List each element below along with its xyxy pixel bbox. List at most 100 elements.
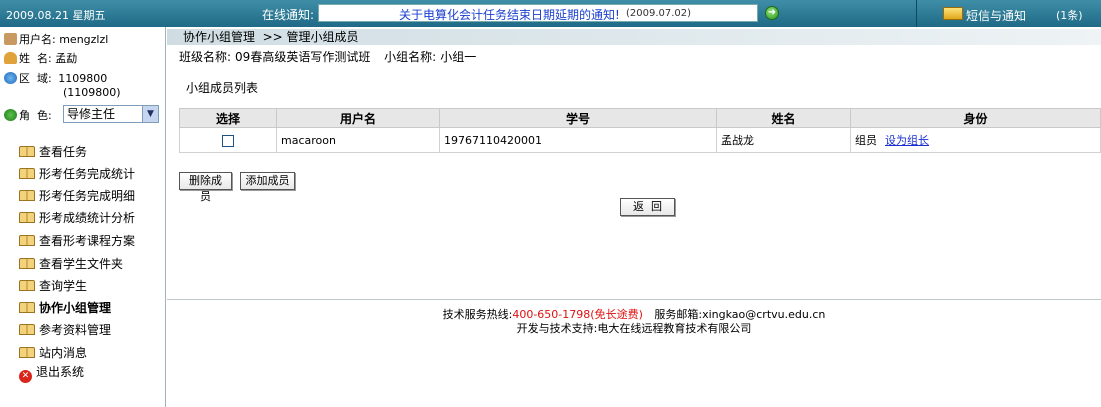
nav-view-tasks[interactable]: 查看任务 <box>19 143 87 160</box>
role-text: 组员 <box>855 134 877 147</box>
table-header-row: 选择 用户名 学号 姓名 身份 <box>179 108 1101 128</box>
members-table: 选择 用户名 学号 姓名 身份 macaroon 19767110420001 … <box>179 108 1101 153</box>
footer-support: 开发与技术支持:电大在线远程教育技术有限公司 <box>516 322 752 335</box>
class-label: 班级名称: <box>179 50 232 64</box>
set-leader-link[interactable]: 设为组长 <box>885 134 929 147</box>
globe-icon <box>4 72 17 84</box>
area-value: 1109800 <box>58 72 108 85</box>
col-role: 身份 <box>850 108 1101 128</box>
username-value: mengzlzl <box>59 33 109 46</box>
nav-task-completion-detail[interactable]: 形考任务完成明细 <box>19 187 135 204</box>
nav-reference-materials[interactable]: 参考资料管理 <box>19 321 111 338</box>
footer-contact: 技术服务热线:400-650-1798(免长途费) 服务邮箱:xingkao@c… <box>167 308 1101 322</box>
nav-search-student[interactable]: 查询学生 <box>19 277 87 294</box>
book-icon <box>19 212 35 223</box>
area-code-row: (1109800) <box>63 86 121 99</box>
select-cell <box>179 127 277 153</box>
envelope-icon[interactable] <box>943 7 963 20</box>
nav-score-analysis[interactable]: 形考成绩统计分析 <box>19 209 135 226</box>
nav-label: 参考资料管理 <box>39 323 112 337</box>
notice-date: (2009.07.02) <box>626 8 692 19</box>
nav-label: 站内消息 <box>39 346 88 360</box>
nav-label: 查看形考课程方案 <box>39 234 136 248</box>
nav-label: 退出系统 <box>36 365 85 379</box>
nav-label: 形考任务完成统计 <box>39 167 136 181</box>
sidebar: 用户名: mengzlzl 姓 名: 孟勐 区 域: 1109800 (1109… <box>0 27 166 407</box>
name-label: 姓 名: <box>19 52 52 65</box>
class-info: 班级名称: 09春高级英语写作测试班 小组名称: 小组一 <box>179 48 480 65</box>
nav-label: 形考任务完成明细 <box>39 189 136 203</box>
col-username: 用户名 <box>276 108 440 128</box>
nav-label: 形考成绩统计分析 <box>39 211 136 225</box>
nav-label: 查看任务 <box>39 145 88 159</box>
area-code-value: (1109800) <box>63 86 121 99</box>
nav-logout[interactable]: ✕ 退出系统 <box>19 363 84 383</box>
hotline-number: 400-650-1798 <box>512 308 591 321</box>
class-name: 09春高级英语写作测试班 <box>235 50 371 64</box>
col-select: 选择 <box>179 108 277 128</box>
book-icon <box>19 190 35 201</box>
book-icon <box>19 302 35 313</box>
username-row: 用户名: mengzlzl <box>4 31 108 47</box>
divider <box>916 0 917 27</box>
email-value: xingkao@crtvu.edu.cn <box>702 308 826 321</box>
username-label: 用户名: <box>19 33 56 46</box>
footer: 技术服务热线:400-650-1798(免长途费) 服务邮箱:xingkao@c… <box>167 299 1101 336</box>
nav-site-messages[interactable]: 站内消息 <box>19 344 87 361</box>
member-checkbox[interactable] <box>222 134 234 147</box>
table-row: macaroon 19767110420001 孟战龙 组员 设为组长 <box>179 127 1101 153</box>
area-label: 区 域: <box>19 72 52 85</box>
nav-student-folder[interactable]: 查看学生文件夹 <box>19 255 123 272</box>
nav-label: 查询学生 <box>39 279 88 293</box>
close-icon: ✕ <box>19 370 32 383</box>
area-row: 区 域: 1109800 <box>4 70 107 86</box>
group-label: 小组名称: <box>384 50 437 64</box>
book-icon <box>19 258 35 269</box>
role-selected-value: 导修主任 <box>67 107 116 121</box>
student-id-cell: 19767110420001 <box>439 127 717 153</box>
member-list-title: 小组成员列表 <box>186 81 259 95</box>
col-name: 姓名 <box>716 108 851 128</box>
breadcrumb: 协作小组管理 >> 管理小组成员 <box>167 29 1101 45</box>
nav-group-management[interactable]: 协作小组管理 <box>19 299 111 316</box>
person-icon <box>4 52 17 64</box>
role-label: 角 色: <box>19 109 52 122</box>
name-cell: 孟战龙 <box>716 127 851 153</box>
user-card-icon <box>4 33 17 45</box>
role-cell: 组员 设为组长 <box>850 127 1101 153</box>
book-icon <box>19 235 35 246</box>
col-student-id: 学号 <box>439 108 717 128</box>
book-icon <box>19 146 35 157</box>
nav-task-completion-stats[interactable]: 形考任务完成统计 <box>19 165 135 182</box>
notice-link[interactable]: 关于电算化会计任务结束日期延期的通知! <box>399 6 620 23</box>
nav-label: 查看学生文件夹 <box>39 257 124 271</box>
add-member-button[interactable]: 添加成员 <box>240 172 295 190</box>
name-row: 姓 名: 孟勐 <box>4 50 77 66</box>
role-row: 角 色: <box>4 107 52 123</box>
main-content: 协作小组管理 >> 管理小组成员 班级名称: 09春高级英语写作测试班 小组名称:… <box>167 27 1101 407</box>
messages-link[interactable]: 短信与通知 <box>966 7 1026 24</box>
book-icon <box>19 347 35 358</box>
book-icon <box>19 324 35 335</box>
back-button[interactable]: 返 回 <box>620 198 675 216</box>
notice-label: 在线通知: <box>262 8 315 22</box>
nav-label: 协作小组管理 <box>39 301 112 315</box>
book-icon <box>19 280 35 291</box>
delete-member-button[interactable]: 删除成员 <box>179 172 232 203</box>
chevron-down-icon[interactable]: ▼ <box>142 106 158 122</box>
name-value: 孟勐 <box>55 52 78 65</box>
username-cell: macaroon <box>276 127 440 153</box>
top-bar: 2009.08.21 星期五 在线通知: 关于电算化会计任务结束日期延期的通知!… <box>0 0 1101 27</box>
notice-ticker: 关于电算化会计任务结束日期延期的通知! (2009.07.02) <box>318 4 758 22</box>
role-icon <box>4 109 17 121</box>
message-count: (1条) <box>1056 9 1083 22</box>
group-name: 小组一 <box>440 50 477 64</box>
email-label: 服务邮箱: <box>654 308 703 321</box>
nav-course-plan[interactable]: 查看形考课程方案 <box>19 232 135 249</box>
hotline-note: (免长途费) <box>590 308 643 321</box>
hotline-label: 技术服务热线: <box>442 308 513 321</box>
current-date: 2009.08.21 星期五 <box>6 9 106 22</box>
role-select[interactable]: 导修主任 ▼ <box>63 105 159 123</box>
go-arrow-icon[interactable]: ➜ <box>765 6 779 20</box>
book-icon <box>19 168 35 179</box>
